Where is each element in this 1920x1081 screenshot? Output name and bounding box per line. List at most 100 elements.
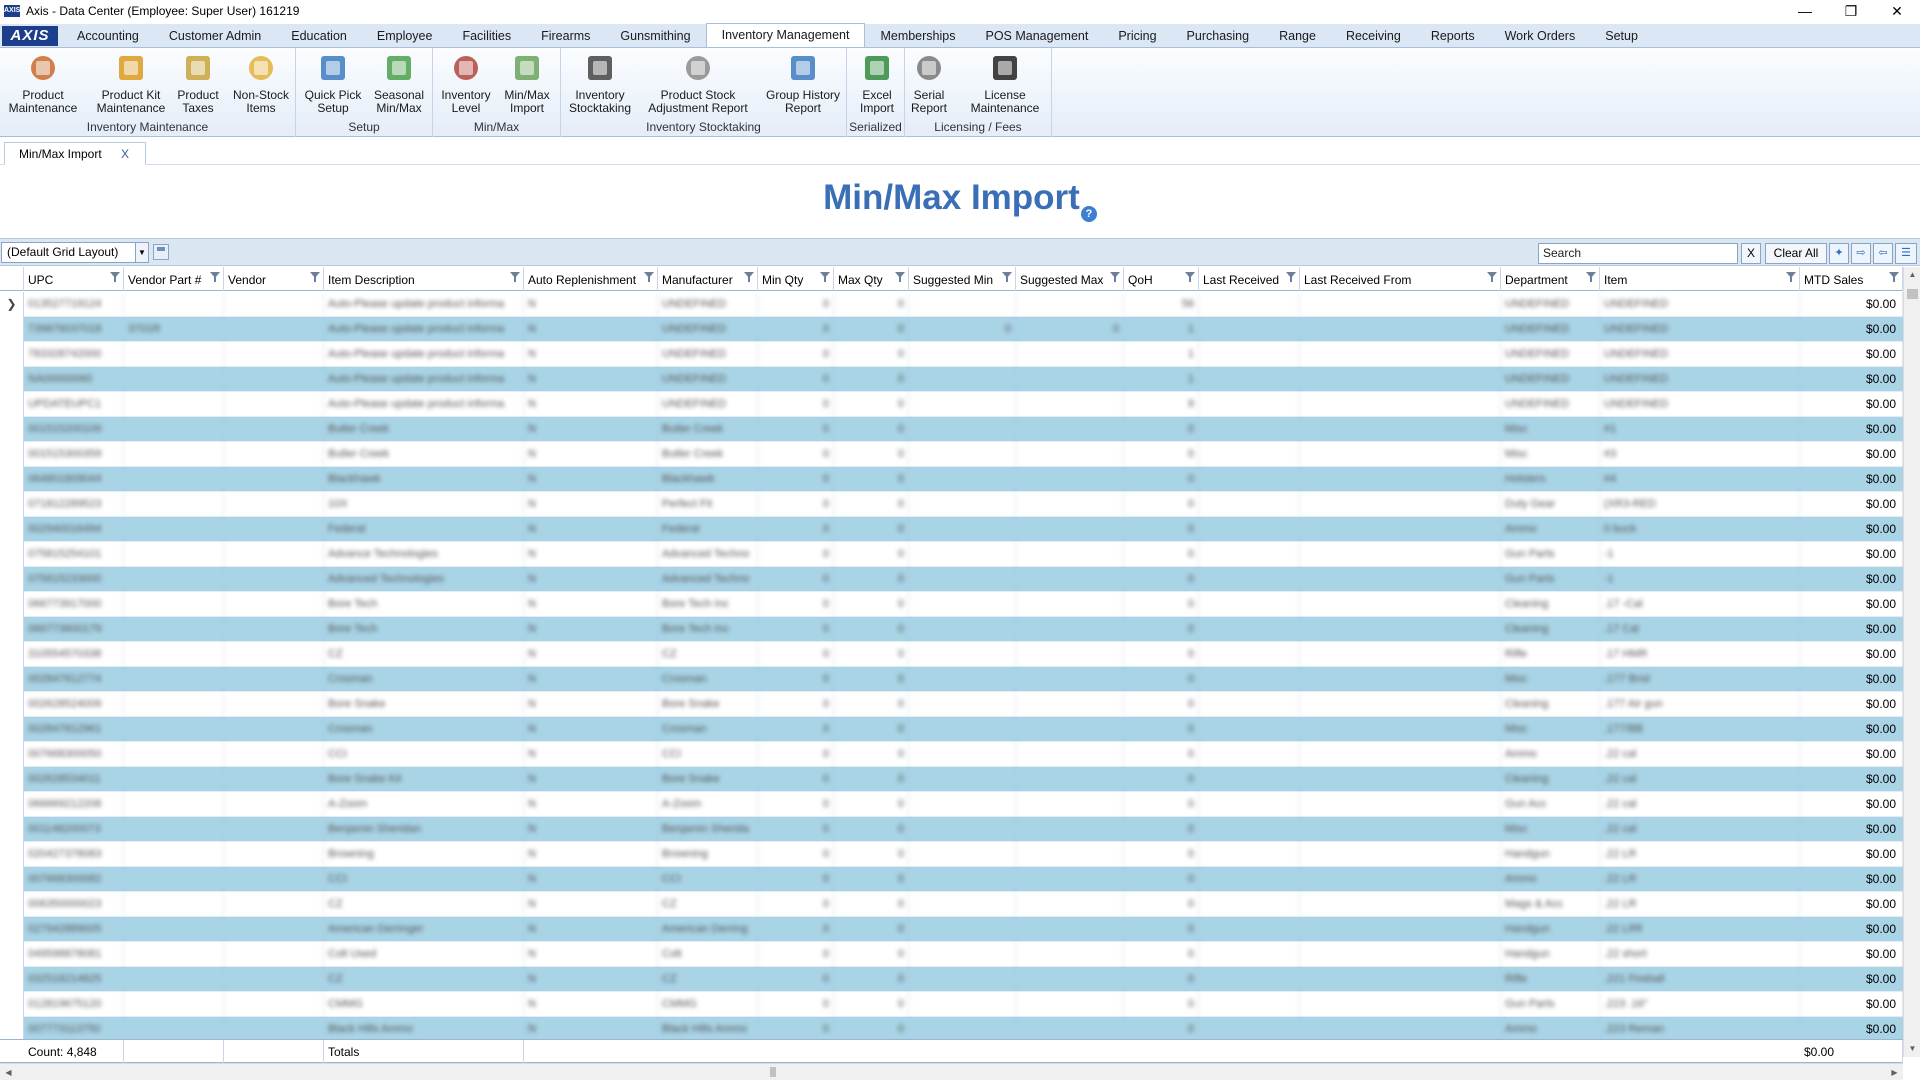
table-row[interactable]: 032518214825 CZ N CZ 0 0 0 Rifle .221 Fireball $0… (0, 967, 1903, 992)
row-selector[interactable] (0, 767, 24, 792)
ribbon-button-license-maintenance[interactable]: License Maintenance (953, 50, 1057, 115)
export-icon[interactable]: ⇨ (1851, 243, 1871, 264)
filter-icon[interactable] (819, 271, 830, 282)
ribbon-button-excel-import[interactable]: Excel Import (852, 50, 902, 115)
horizontal-scrollbar[interactable]: ◀ ▶ (0, 1063, 1903, 1080)
table-row[interactable]: UPDATEUPC1 Auto-Please update product inf… (0, 392, 1903, 417)
import-icon[interactable]: ⇦ (1873, 243, 1893, 264)
column-chooser-icon[interactable]: ☰ (1895, 243, 1917, 264)
search-input[interactable]: Search (1538, 243, 1738, 264)
filter-icon[interactable] (1888, 271, 1899, 282)
pin-icon[interactable]: ✦ (1829, 243, 1849, 264)
close-icon[interactable]: ✕ (1874, 0, 1920, 22)
table-row[interactable]: 007668300082 CCI N CCI 0 0 0 Ammo .22 LR $0.00 (0, 867, 1903, 892)
table-row[interactable]: 783328742000 Auto-Please update product i… (0, 342, 1903, 367)
row-selector[interactable] (0, 517, 24, 542)
row-selector[interactable] (0, 367, 24, 392)
table-row[interactable]: 739876037018 3701R Auto-Please update prod… (0, 317, 1903, 342)
table-row[interactable]: 066773600179 Bore Tech N Bore Tech Inc 0 0 0 Cl… (0, 617, 1903, 642)
filter-icon[interactable] (209, 271, 220, 282)
scroll-thumb-h[interactable] (770, 1067, 776, 1077)
filter-icon[interactable] (509, 271, 520, 282)
row-selector[interactable] (0, 1017, 24, 1039)
ribbon-button-inventory-stocktaking[interactable]: Inventory Stocktaking (561, 50, 639, 115)
restore-icon[interactable]: ❐ (1828, 0, 1874, 22)
filter-icon[interactable] (109, 271, 120, 282)
menu-pricing[interactable]: Pricing (1103, 25, 1171, 47)
menu-pos-management[interactable]: POS Management (970, 25, 1103, 47)
row-selector[interactable] (0, 892, 24, 917)
column-header-vendor-part-[interactable]: Vendor Part # (124, 267, 224, 291)
filter-icon[interactable] (309, 271, 320, 282)
ribbon-button-seasonal-min-max[interactable]: Seasonal Min/Max (368, 50, 430, 115)
ribbon-button-product-kit-maintenance[interactable]: Product Kit Maintenance (89, 50, 173, 115)
table-row[interactable]: ❯ 013527719124 Auto-Please update product … (0, 292, 1903, 317)
grid-layout-select[interactable]: (Default Grid Layout) ▼ (1, 242, 149, 263)
row-selector[interactable] (0, 967, 24, 992)
ribbon-button-group-history-report[interactable]: Group History Report (755, 50, 851, 115)
row-selector[interactable] (0, 742, 24, 767)
table-row[interactable]: 075815233000 Advanced Technologies N Advanc… (0, 567, 1903, 592)
table-row[interactable]: 020427378083 Browning N Browning 0 0 0 Handgun.… (0, 842, 1903, 867)
table-row[interactable]: 002847812961 Crosman N Crosman 0 0 0 Misc .177/B… (0, 717, 1903, 742)
table-row[interactable]: 006350000023 CZ N CZ 0 0 0 Mags & Acc .22 LR $0.0… (0, 892, 1903, 917)
tab-min-max-import[interactable]: Min/Max Import X (4, 142, 146, 165)
table-row[interactable]: 075815254101 Advance Technologies N Advance… (0, 542, 1903, 567)
menu-customer-admin[interactable]: Customer Admin (154, 25, 276, 47)
filter-icon[interactable] (743, 271, 754, 282)
filter-icon[interactable] (1285, 271, 1296, 282)
table-row[interactable]: 007668300050 CCI N CCI 0 0 0 Ammo .22 cal $0.00 (0, 742, 1903, 767)
scroll-thumb[interactable] (1907, 289, 1918, 299)
column-header-mtd-sales[interactable]: MTD Sales (1800, 267, 1903, 291)
vertical-scrollbar[interactable]: ▲ ▼ (1903, 267, 1920, 1057)
table-row[interactable]: 002940016494 Federal N Federal 0 0 0 Ammo 0 buck… (0, 517, 1903, 542)
row-selector[interactable] (0, 617, 24, 642)
table-row[interactable]: 001515200109 Butler Creek N Butler Creek 0 0 0… (0, 417, 1903, 442)
menu-memberships[interactable]: Memberships (865, 25, 970, 47)
filter-icon[interactable] (643, 271, 654, 282)
menu-inventory-management[interactable]: Inventory Management (705, 23, 866, 47)
row-selector[interactable] (0, 717, 24, 742)
row-selector[interactable] (0, 792, 24, 817)
table-row[interactable]: 007773113750 Black Hills Ammo N Black Hills… (0, 1017, 1903, 1039)
row-selector[interactable] (0, 667, 24, 692)
filter-icon[interactable] (894, 271, 905, 282)
filter-icon[interactable] (1109, 271, 1120, 282)
filter-icon[interactable] (1785, 271, 1796, 282)
menu-reports[interactable]: Reports (1416, 25, 1490, 47)
row-selector[interactable] (0, 492, 24, 517)
column-header-manufacturer[interactable]: Manufacturer (658, 267, 758, 291)
scroll-down-icon[interactable]: ▼ (1904, 1041, 1920, 1057)
clear-all-button[interactable]: Clear All (1765, 243, 1827, 264)
filter-icon[interactable] (1486, 271, 1497, 282)
table-row[interactable]: NA00000060 Auto-Please update product inf… (0, 367, 1903, 392)
save-layout-icon[interactable] (153, 244, 169, 260)
table-row[interactable]: 002628524009 Bore Snake N Bore Snake 0 0 0 Clea… (0, 692, 1903, 717)
row-selector[interactable] (0, 692, 24, 717)
ribbon-button-serial-report[interactable]: Serial Report (904, 50, 954, 115)
column-header-auto-replenishment[interactable]: Auto Replenishment (524, 267, 658, 291)
table-row[interactable]: 066669212208 A-Zoom N A-Zoom 0 0 0 Gun Acc .22 c… (0, 792, 1903, 817)
column-header-suggested-min[interactable]: Suggested Min (909, 267, 1016, 291)
table-row[interactable]: 027942889005 American Derringer N American … (0, 917, 1903, 942)
table-row[interactable]: 066773917000 Bore Tech N Bore Tech Inc 0 0 0 Cl… (0, 592, 1903, 617)
menu-education[interactable]: Education (276, 25, 362, 47)
row-selector[interactable] (0, 317, 24, 342)
column-header-last-received-from[interactable]: Last Received From (1300, 267, 1501, 291)
column-header-suggested-max[interactable]: Suggested Max (1016, 267, 1124, 291)
column-header-max-qty[interactable]: Max Qty (834, 267, 909, 291)
row-selector[interactable] (0, 442, 24, 467)
table-row[interactable]: 310554570338 CZ N CZ 0 0 0 Rifle .17 HMR $0.00 (0, 642, 1903, 667)
menu-receiving[interactable]: Receiving (1331, 25, 1416, 47)
menu-setup[interactable]: Setup (1590, 25, 1653, 47)
table-row[interactable]: 012819675120 CMMG N CMMG 0 0 0 Gun Parts .223 .1… (0, 992, 1903, 1017)
column-header-item-description[interactable]: Item Description (324, 267, 524, 291)
row-selector[interactable] (0, 817, 24, 842)
menu-firearms[interactable]: Firearms (526, 25, 605, 47)
column-header-last-received[interactable]: Last Received (1199, 267, 1300, 291)
scroll-up-icon[interactable]: ▲ (1904, 267, 1920, 283)
row-selector[interactable] (0, 842, 24, 867)
row-selector[interactable] (0, 417, 24, 442)
menu-work-orders[interactable]: Work Orders (1490, 25, 1591, 47)
help-icon[interactable]: ? (1080, 206, 1097, 222)
